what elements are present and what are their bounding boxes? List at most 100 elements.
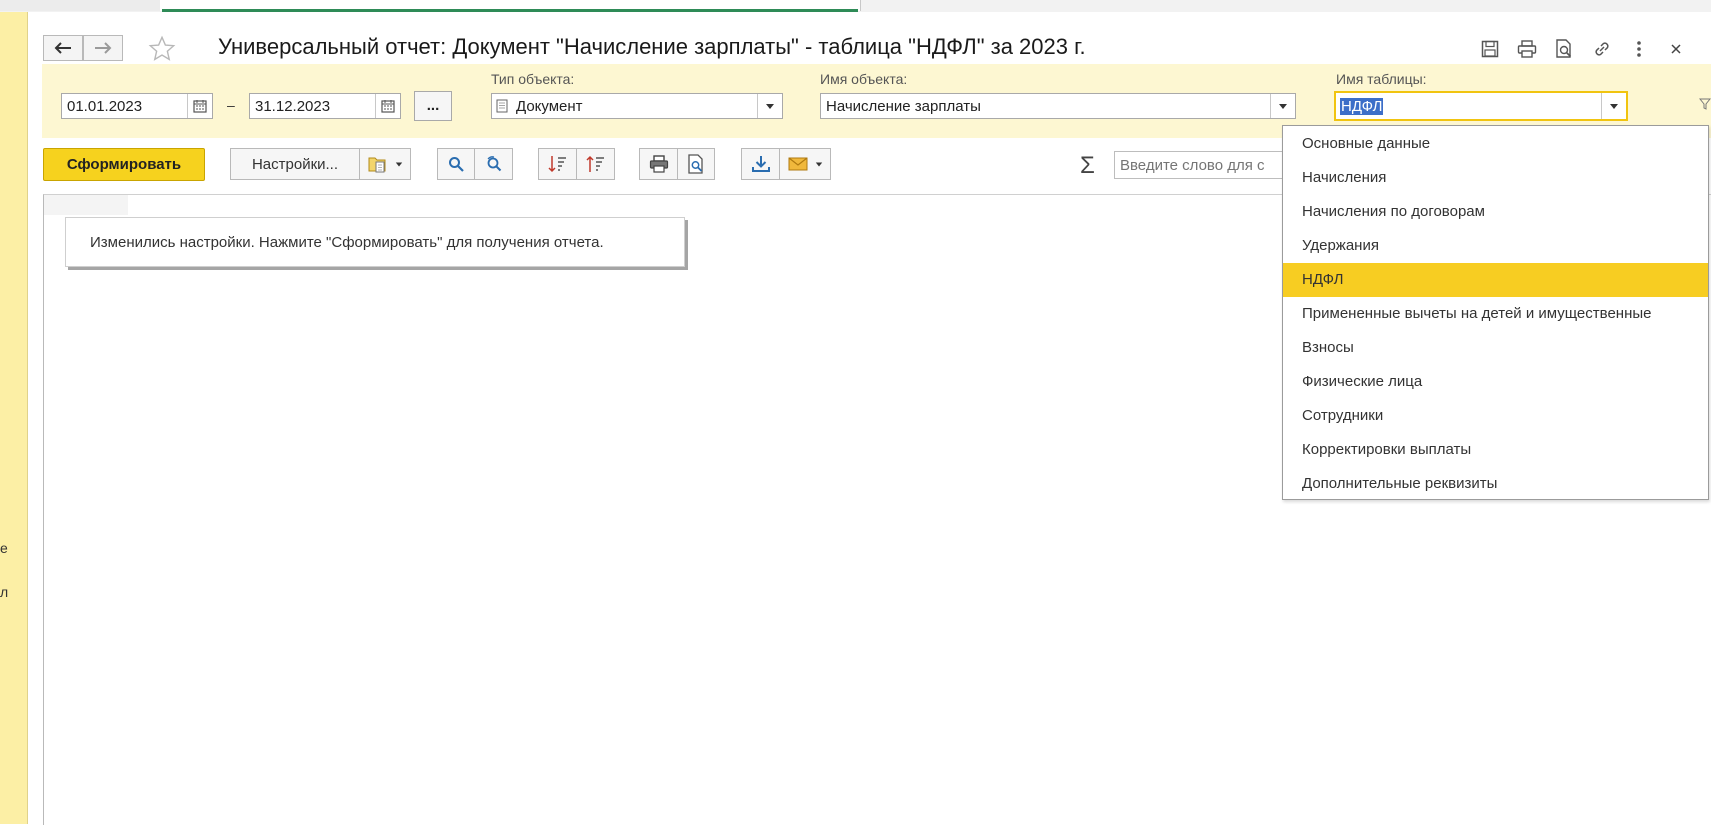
link-icon — [1595, 42, 1609, 56]
period-from-value: 01.01.2023 — [67, 98, 143, 115]
print-preview-button[interactable] — [677, 148, 715, 180]
dropdown-item-label: Примененные вычеты на детей и имуществен… — [1302, 305, 1652, 322]
report-variants-button[interactable] — [359, 148, 411, 180]
download-icon — [751, 156, 770, 172]
dropdown-item[interactable]: Основные данные — [1283, 127, 1708, 161]
period-select-label: ... — [426, 97, 440, 114]
dropdown-item-label: Основные данные — [1302, 135, 1431, 152]
find-button[interactable] — [437, 148, 475, 180]
dropdown-item-label: Сотрудники — [1302, 407, 1384, 424]
search-icon — [449, 157, 464, 172]
left-panel-text-1[interactable]: е — [0, 540, 8, 556]
dropdown-item[interactable]: Начисления — [1283, 161, 1708, 195]
chevron-down-icon — [1610, 103, 1618, 109]
settings-button-label: Настройки... — [251, 155, 339, 173]
back-button[interactable] — [43, 35, 83, 61]
dropdown-item[interactable]: Физические лица — [1283, 365, 1708, 399]
table-name-select[interactable]: НДФЛ — [1334, 91, 1628, 121]
table-name-value[interactable]: НДФЛ — [1340, 98, 1384, 115]
dropdown-item[interactable]: Начисления по договорам — [1283, 195, 1708, 229]
document-icon — [496, 99, 508, 113]
object-type-label: Тип объекта: — [491, 71, 575, 87]
object-type-value: Документ — [516, 98, 583, 115]
floppy-disk-icon — [1481, 40, 1499, 58]
sort-ascending-button[interactable] — [538, 148, 577, 180]
more-actions-button[interactable] — [1626, 36, 1652, 62]
settings-changed-notice: Изменились настройки. Нажмите "Сформиров… — [65, 217, 685, 267]
notice-text: Изменились настройки. Нажмите "Сформиров… — [90, 234, 604, 251]
dropdown-item-label: Корректировки выплаты — [1302, 441, 1472, 458]
dropdown-item[interactable]: Дополнительные реквизиты — [1283, 467, 1708, 501]
period-from-calendar-button[interactable] — [187, 94, 212, 118]
period-select-button[interactable]: ... — [414, 91, 452, 121]
object-type-dropdown-button[interactable] — [757, 94, 782, 118]
save-button[interactable] — [1477, 36, 1503, 62]
page-title: Универсальный отчет: Документ "Начислени… — [218, 34, 1086, 59]
sort-descending-button[interactable] — [576, 148, 615, 180]
printer-icon — [1517, 40, 1537, 58]
table-name-dropdown-button[interactable] — [1601, 93, 1626, 119]
close-icon — [1671, 44, 1681, 54]
object-name-dropdown-button[interactable] — [1270, 94, 1295, 118]
settings-button[interactable]: Настройки... — [230, 148, 360, 180]
tab-stub[interactable] — [0, 0, 19, 11]
tab-previous[interactable] — [18, 0, 161, 11]
dropdown-item-label: Начисления — [1302, 169, 1387, 186]
spreadsheet-corner — [44, 195, 128, 215]
preview-button[interactable] — [1551, 36, 1577, 62]
sum-icon[interactable]: Σ — [1080, 152, 1095, 180]
save-to-file-button[interactable] — [741, 148, 780, 180]
object-name-label: Имя объекта: — [820, 71, 908, 87]
print-report-button[interactable] — [639, 148, 678, 180]
dropdown-item[interactable]: НДФЛ — [1283, 263, 1708, 297]
forward-button[interactable] — [83, 35, 123, 61]
dropdown-item[interactable]: Взносы — [1283, 331, 1708, 365]
period-from-field[interactable]: 01.01.2023 — [61, 93, 213, 119]
dropdown-item[interactable]: Сотрудники — [1283, 399, 1708, 433]
left-section-panel: е л — [0, 12, 28, 824]
left-panel-text-2[interactable]: л — [0, 584, 8, 600]
link-button[interactable] — [1589, 36, 1615, 62]
chevron-down-icon — [815, 162, 822, 166]
search-input[interactable] — [1114, 151, 1294, 179]
chevron-down-icon — [1279, 103, 1287, 109]
find-next-button[interactable] — [474, 148, 513, 180]
calendar-icon — [193, 100, 207, 113]
dropdown-item-label: Удержания — [1302, 237, 1379, 254]
dropdown-item-label: НДФЛ — [1302, 271, 1344, 288]
calendar-icon — [381, 100, 395, 113]
print-preview-icon — [688, 154, 703, 174]
report-variants-icon — [368, 157, 386, 173]
more-vertical-icon — [1637, 41, 1641, 57]
dropdown-item-label: Дополнительные реквизиты — [1302, 475, 1498, 492]
table-name-label: Имя таблицы: — [1336, 71, 1427, 87]
close-button[interactable] — [1663, 36, 1689, 62]
chevron-down-icon — [395, 162, 403, 166]
period-to-value: 31.12.2023 — [255, 98, 331, 115]
envelope-icon — [788, 157, 807, 171]
dropdown-item[interactable]: Примененные вычеты на детей и имуществен… — [1283, 297, 1708, 331]
generate-report-button[interactable]: Сформировать — [43, 148, 205, 181]
object-type-select[interactable]: Документ — [491, 93, 783, 119]
print-preview-icon — [1556, 39, 1572, 58]
object-name-select[interactable]: Начисление зарплаты — [820, 93, 1296, 119]
chevron-down-icon — [766, 103, 774, 109]
send-email-button[interactable] — [779, 148, 831, 180]
dropdown-item[interactable]: Корректировки выплаты — [1283, 433, 1708, 467]
dropdown-item-label: Взносы — [1302, 339, 1354, 356]
table-name-dropdown-list: Основные данные Начисления Начисления по д… — [1282, 125, 1709, 500]
dropdown-item[interactable]: Удержания — [1283, 229, 1708, 263]
filter-icon[interactable] — [1699, 98, 1711, 110]
period-dash: – — [227, 97, 235, 113]
favorite-star-button[interactable] — [147, 35, 177, 62]
star-icon — [148, 35, 176, 61]
arrow-right-icon — [95, 42, 112, 54]
dropdown-item-label: Начисления по договорам — [1302, 203, 1485, 220]
sort-descending-icon — [585, 155, 604, 172]
title-bar: Универсальный отчет: Документ "Начислени… — [28, 12, 1711, 64]
object-name-value: Начисление зарплаты — [826, 98, 981, 115]
period-to-field[interactable]: 31.12.2023 — [249, 93, 401, 119]
period-to-calendar-button[interactable] — [375, 94, 400, 118]
arrow-left-icon — [54, 42, 71, 54]
print-button[interactable] — [1514, 36, 1540, 62]
